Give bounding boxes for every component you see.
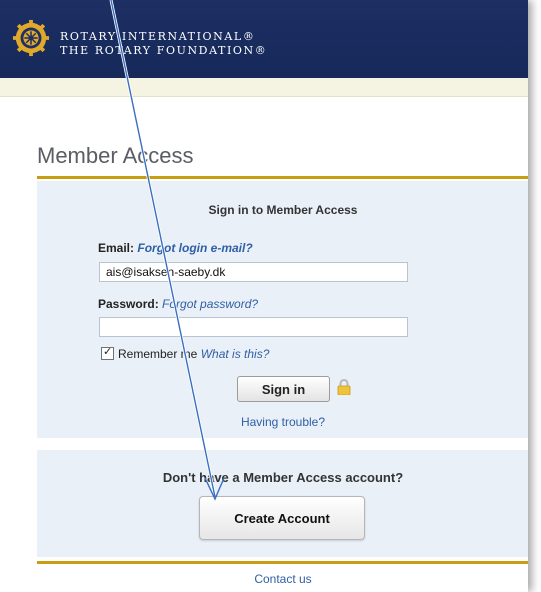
what-is-this-link[interactable]: What is this? (201, 347, 270, 361)
sign-in-button[interactable]: Sign in (237, 376, 330, 402)
forgot-email-link[interactable]: Forgot login e-mail? (137, 241, 252, 255)
page-title: Member Access (37, 143, 194, 168)
lock-icon (337, 379, 351, 395)
gold-divider-bottom (37, 561, 528, 564)
email-label: Email: (98, 241, 135, 255)
rotary-wheel-icon[interactable] (12, 19, 50, 57)
header-band (0, 78, 528, 97)
password-label-row: Password: Forgot password? (98, 297, 258, 311)
gold-divider-top (37, 176, 528, 179)
forgot-password-link[interactable]: Forgot password? (162, 297, 258, 311)
remember-checkbox[interactable]: ✓ (101, 346, 114, 360)
create-account-question: Don't have a Member Access account? (162, 470, 404, 485)
brand-foundation: THE ROTARY FOUNDATION® (60, 44, 268, 57)
signin-heading: Sign in to Member Access (208, 203, 358, 217)
remember-label: Remember me (118, 347, 198, 361)
site-header: ROTARY INTERNATIONAL® THE ROTARY FOUNDAT… (0, 0, 528, 78)
password-label: Password: (98, 297, 159, 311)
password-field[interactable] (99, 317, 408, 337)
having-trouble-link[interactable]: Having trouble? (0, 415, 528, 429)
browser-page: ROTARY INTERNATIONAL® THE ROTARY FOUNDAT… (0, 0, 528, 592)
email-field[interactable] (99, 262, 408, 282)
check-icon: ✓ (103, 346, 113, 358)
create-account-button[interactable]: Create Account (199, 496, 365, 540)
email-label-row: Email: Forgot login e-mail? (98, 241, 253, 255)
brand-name: ROTARY INTERNATIONAL® (60, 30, 256, 43)
remember-row: ✓ Remember me What is this? (101, 346, 270, 361)
contact-us-link[interactable]: Contact us (0, 572, 528, 586)
